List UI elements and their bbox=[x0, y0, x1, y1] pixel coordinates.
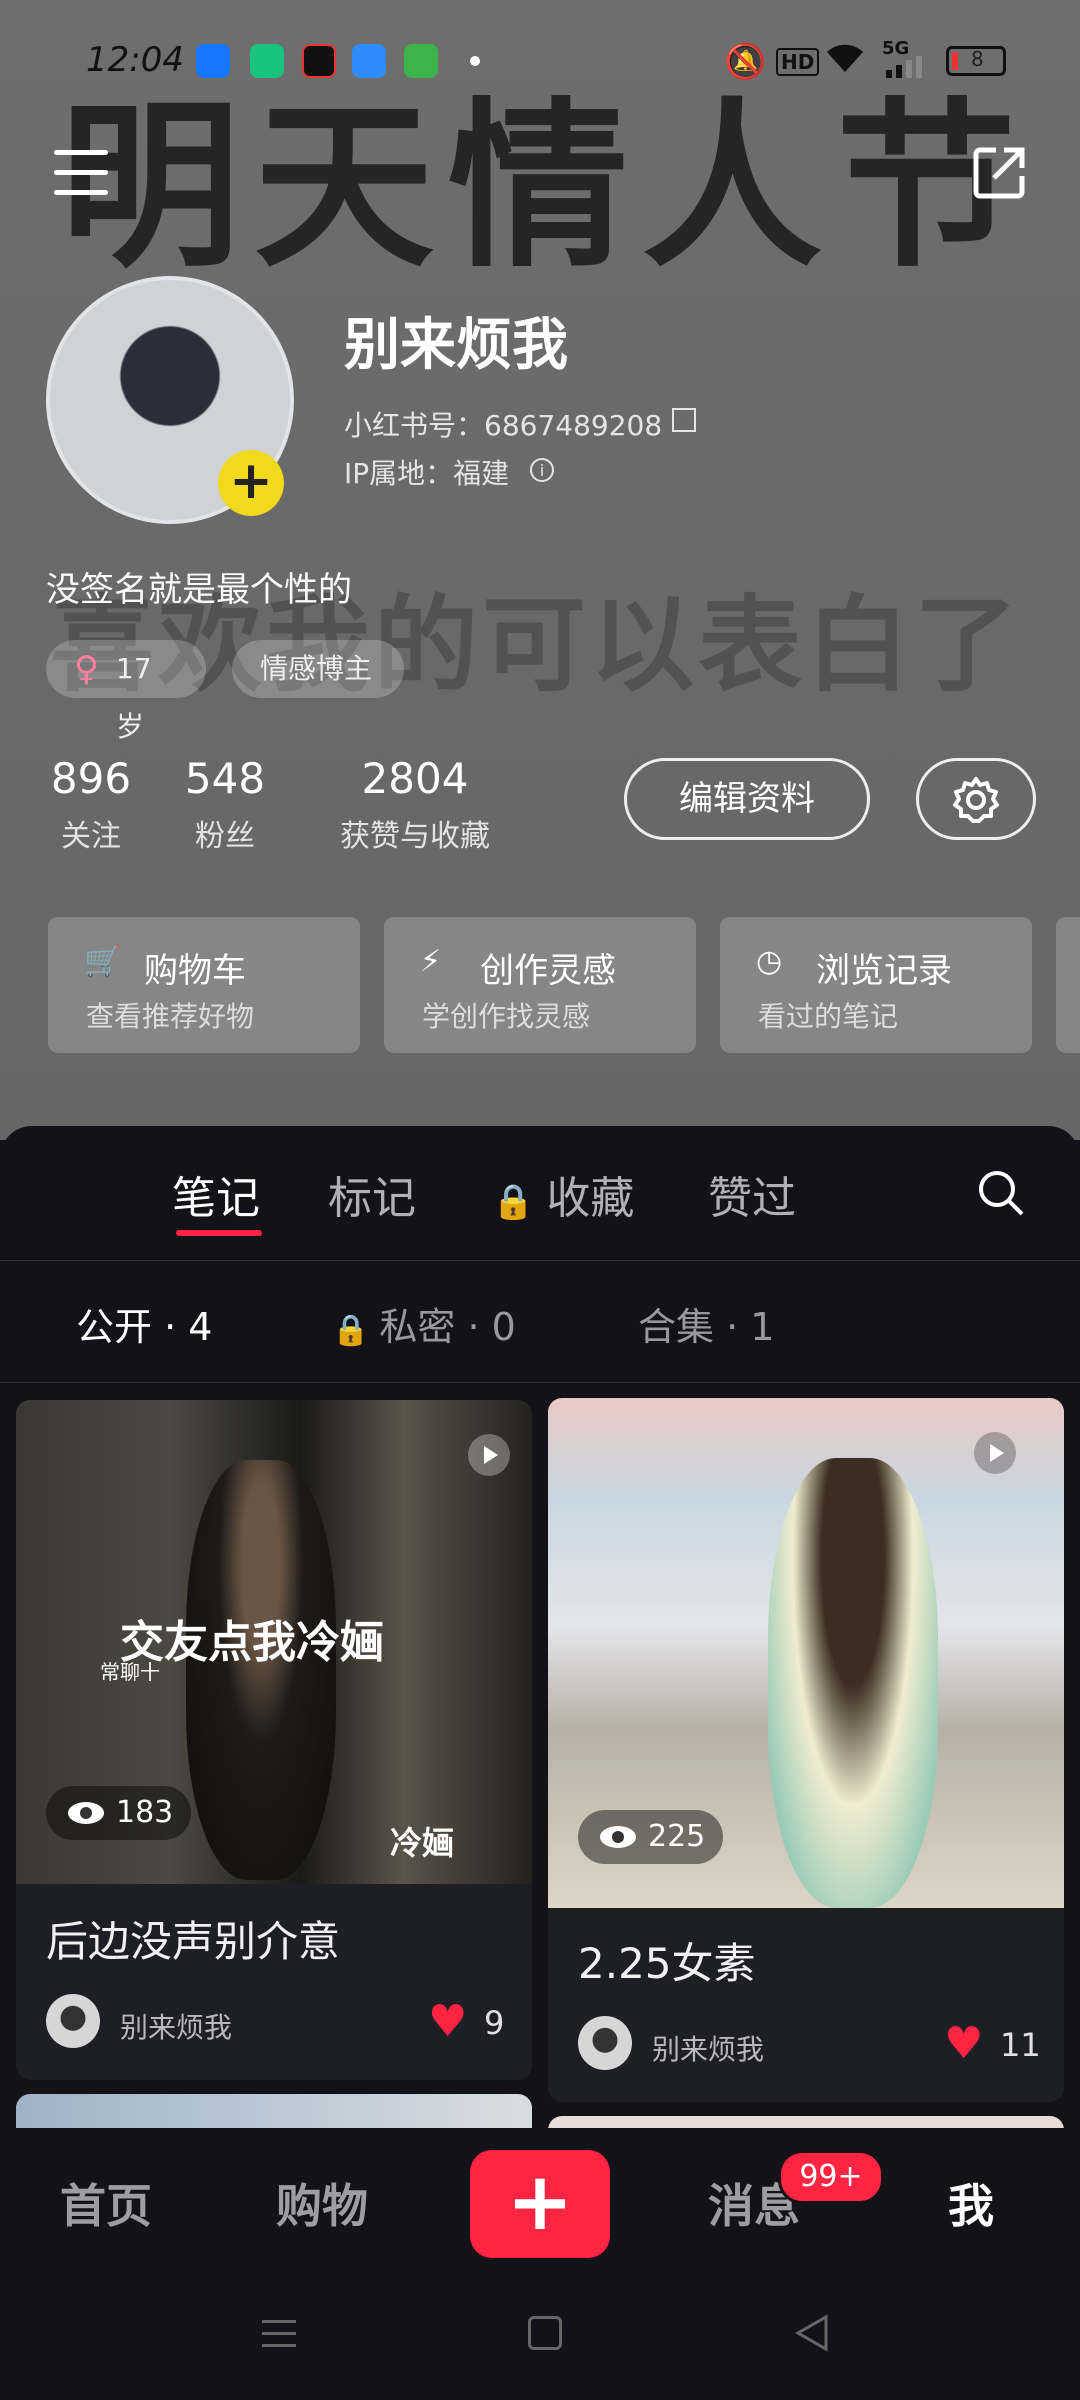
lock-icon: 🔒 bbox=[332, 1313, 370, 1348]
profile-name: 别来烦我 bbox=[344, 313, 568, 378]
clock-icon: ◷ bbox=[756, 944, 783, 979]
eye-icon bbox=[600, 1826, 636, 1848]
share-button[interactable] bbox=[972, 144, 1028, 200]
cover-overlay-corner: 冷婳 bbox=[390, 1824, 455, 1862]
hd-icon: HD bbox=[776, 48, 820, 76]
recents-button[interactable] bbox=[262, 2318, 296, 2348]
age-tag: ♀ 17岁 bbox=[46, 640, 206, 743]
search-icon bbox=[979, 1171, 1024, 1216]
back-button[interactable] bbox=[794, 2314, 830, 2352]
subtab-private[interactable]: 🔒 私密 · 0 bbox=[332, 1296, 516, 1351]
subtab-collection[interactable]: 合集 · 1 bbox=[638, 1296, 774, 1351]
shopping-cart-card[interactable]: 🛒 购物车 查看推荐好物 bbox=[48, 917, 360, 1053]
menu-icon bbox=[262, 2320, 296, 2347]
heart-icon[interactable]: ♥ bbox=[428, 2000, 467, 2044]
subtab-divider bbox=[0, 1382, 1080, 1383]
category-tag: 情感博主 bbox=[232, 640, 404, 698]
qr-code-icon[interactable] bbox=[672, 408, 696, 432]
tab-marked[interactable]: 标记 bbox=[328, 1162, 416, 1226]
view-count: 225 bbox=[578, 1810, 724, 1864]
video-play-icon bbox=[468, 1434, 510, 1476]
cover-overlay-small: 常聊十 bbox=[100, 1660, 160, 1684]
tab-collections[interactable]: 🔒 收藏 bbox=[492, 1162, 634, 1226]
tab-divider bbox=[0, 1260, 1080, 1261]
cart-icon: 🛒 bbox=[84, 944, 122, 979]
settings-button[interactable] bbox=[916, 758, 1036, 840]
browse-history-card[interactable]: ◷ 浏览记录 看过的笔记 bbox=[720, 917, 1032, 1053]
search-button[interactable] bbox=[976, 1168, 1026, 1218]
info-icon[interactable]: i bbox=[530, 458, 554, 482]
lightbulb-icon: ⚡ bbox=[420, 944, 442, 979]
home-button[interactable] bbox=[528, 2316, 562, 2350]
nav-shopping[interactable]: 购物 bbox=[276, 2170, 368, 2236]
profile-bio[interactable]: 没签名就是最个性的 bbox=[46, 562, 352, 611]
heart-icon[interactable]: ♥ bbox=[944, 2022, 983, 2066]
nav-me[interactable]: 我 bbox=[948, 2170, 994, 2236]
mute-icon: 🔕 bbox=[724, 42, 767, 82]
tab-notes[interactable]: 笔记 bbox=[172, 1162, 260, 1226]
note-cover-figure bbox=[768, 1458, 938, 1908]
tab-liked[interactable]: 赞过 bbox=[708, 1162, 796, 1226]
share-icon bbox=[973, 147, 1025, 199]
author-name: 别来烦我 bbox=[652, 2033, 765, 2066]
app-notification-icon bbox=[196, 44, 230, 78]
wechat-mini-icon bbox=[404, 44, 438, 78]
lock-icon: 🔒 bbox=[492, 1182, 535, 1222]
recorder-icon bbox=[302, 44, 336, 78]
more-card[interactable] bbox=[1056, 917, 1080, 1053]
back-icon bbox=[794, 2314, 828, 2352]
ip-location: IP属地：福建 bbox=[344, 457, 510, 490]
stat-likes-collects[interactable]: 2804 获赞与收藏 bbox=[330, 754, 500, 855]
add-post-button[interactable]: + bbox=[470, 2150, 610, 2258]
view-count: 183 bbox=[46, 1786, 192, 1840]
like-count: 9 bbox=[484, 2004, 505, 2042]
note-card[interactable]: 225 2.25女素 别来烦我 ♥ 11 bbox=[548, 1398, 1064, 2102]
eye-icon bbox=[68, 1802, 104, 1824]
video-play-icon bbox=[974, 1432, 1016, 1474]
nav-home[interactable]: 首页 bbox=[60, 2170, 152, 2236]
female-icon: ♀ bbox=[74, 649, 99, 689]
battery-icon: 8 bbox=[946, 46, 1006, 76]
wifi-icon bbox=[824, 40, 866, 76]
cloud-app-icon bbox=[352, 44, 386, 78]
add-avatar-badge[interactable]: + bbox=[218, 450, 284, 516]
creation-inspiration-card[interactable]: ⚡ 创作灵感 学创作找灵感 bbox=[384, 917, 696, 1053]
signal-icon bbox=[886, 56, 926, 78]
note-card[interactable]: 交友点我冷婳 常聊十 冷婳 183 后边没声别介意 别来烦我 ♥ 9 bbox=[16, 1400, 532, 2080]
author-name: 别来烦我 bbox=[120, 2011, 233, 2044]
battery-app-icon bbox=[250, 44, 284, 78]
like-count: 11 bbox=[1000, 2026, 1041, 2064]
background-headline: 明天情人节 bbox=[60, 83, 1031, 292]
menu-button[interactable] bbox=[54, 150, 108, 196]
more-notifications-icon bbox=[470, 56, 480, 66]
status-time: 12:04 bbox=[86, 40, 184, 80]
edit-profile-button[interactable]: 编辑资料 bbox=[624, 758, 870, 840]
stat-following[interactable]: 896 关注 bbox=[46, 754, 136, 855]
author-avatar bbox=[578, 2016, 632, 2070]
gear-icon bbox=[953, 777, 999, 823]
subtab-public[interactable]: 公开 · 4 bbox=[76, 1296, 212, 1351]
note-title: 2.25女素 bbox=[578, 1939, 756, 1988]
message-badge: 99+ bbox=[778, 2150, 884, 2204]
note-cover-figure bbox=[186, 1460, 336, 1880]
stat-followers[interactable]: 548 粉丝 bbox=[180, 754, 270, 855]
author-avatar bbox=[46, 1994, 100, 2048]
note-title: 后边没声别介意 bbox=[46, 1917, 341, 1966]
profile-id: 小红书号：6867489208 bbox=[344, 409, 663, 442]
active-tab-indicator bbox=[176, 1230, 262, 1236]
